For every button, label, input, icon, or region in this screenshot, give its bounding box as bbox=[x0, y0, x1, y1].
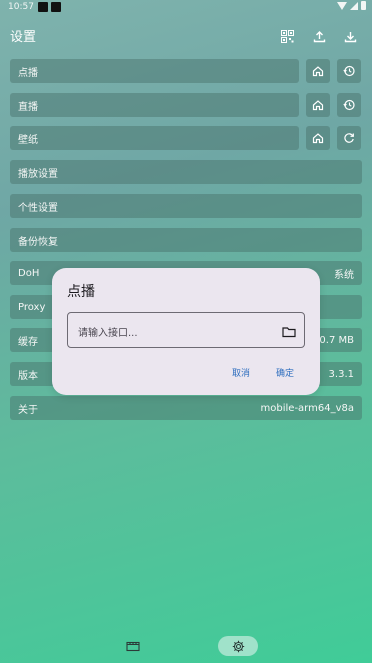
settings-row-personalization[interactable]: 个性设置 bbox=[10, 194, 362, 218]
wifi-icon bbox=[337, 1, 347, 10]
row-label: 版本 bbox=[18, 370, 38, 382]
row-label: 直播 bbox=[18, 101, 38, 113]
notification-icon bbox=[51, 2, 61, 12]
cancel-button[interactable]: 取消 bbox=[232, 366, 250, 379]
bottom-navigation bbox=[0, 630, 372, 663]
nav-video-button[interactable] bbox=[118, 636, 148, 656]
confirm-button[interactable]: 确定 bbox=[276, 366, 294, 379]
row-value: mobile-arm64_v8a bbox=[260, 402, 354, 414]
row-value: 3.3.1 bbox=[328, 368, 354, 380]
folder-icon[interactable] bbox=[282, 323, 296, 342]
refresh-icon bbox=[344, 133, 354, 143]
video-icon bbox=[126, 641, 140, 652]
home-icon bbox=[312, 66, 324, 77]
settings-icon bbox=[232, 640, 244, 652]
download-icon[interactable] bbox=[342, 28, 358, 44]
settings-row-playback[interactable]: 播放设置 bbox=[10, 160, 362, 184]
page-title: 设置 bbox=[10, 30, 37, 45]
settings-row-wallpaper[interactable]: 壁纸 bbox=[10, 126, 299, 150]
row-label: 点播 bbox=[18, 67, 38, 79]
status-bar: 10:57 bbox=[0, 0, 372, 14]
row-label: Proxy bbox=[18, 301, 46, 313]
battery-icon bbox=[361, 1, 366, 10]
history-icon bbox=[343, 65, 355, 77]
settings-row-vod[interactable]: 点播 bbox=[10, 59, 299, 83]
history-icon bbox=[343, 99, 355, 111]
input-placeholder: 请输入接口... bbox=[78, 328, 138, 339]
row-label: 壁纸 bbox=[18, 134, 38, 146]
vod-history-button[interactable] bbox=[337, 59, 361, 83]
row-label: DoH bbox=[18, 267, 40, 279]
signal-icon bbox=[350, 1, 358, 10]
wallpaper-home-button[interactable] bbox=[306, 126, 330, 150]
settings-row-backup[interactable]: 备份恢复 bbox=[10, 228, 362, 252]
live-history-button[interactable] bbox=[337, 93, 361, 117]
upload-icon[interactable] bbox=[311, 28, 327, 44]
notification-icon bbox=[38, 2, 48, 12]
home-icon bbox=[312, 133, 324, 144]
live-home-button[interactable] bbox=[306, 93, 330, 117]
row-label: 播放设置 bbox=[18, 168, 58, 180]
row-label: 缓存 bbox=[18, 336, 38, 348]
vod-home-button[interactable] bbox=[306, 59, 330, 83]
system-icons bbox=[337, 1, 366, 10]
home-icon bbox=[312, 100, 324, 111]
row-label: 个性设置 bbox=[18, 202, 58, 214]
status-time: 10:57 bbox=[8, 2, 34, 12]
row-label: 备份恢复 bbox=[18, 236, 58, 248]
dialog-title: 点播 bbox=[67, 284, 95, 300]
settings-row-live[interactable]: 直播 bbox=[10, 93, 299, 117]
qr-code-icon[interactable] bbox=[279, 28, 295, 44]
top-app-bar: 设置 bbox=[0, 22, 372, 52]
row-value: 系统 bbox=[334, 269, 354, 281]
nav-settings-button[interactable] bbox=[218, 636, 258, 656]
settings-row-about[interactable]: 关于 mobile-arm64_v8a bbox=[10, 396, 362, 420]
api-url-input[interactable]: 请输入接口... bbox=[67, 312, 305, 348]
vod-url-dialog: 点播 请输入接口... 取消 确定 bbox=[52, 268, 320, 395]
row-label: 关于 bbox=[18, 404, 38, 416]
wallpaper-refresh-button[interactable] bbox=[337, 126, 361, 150]
